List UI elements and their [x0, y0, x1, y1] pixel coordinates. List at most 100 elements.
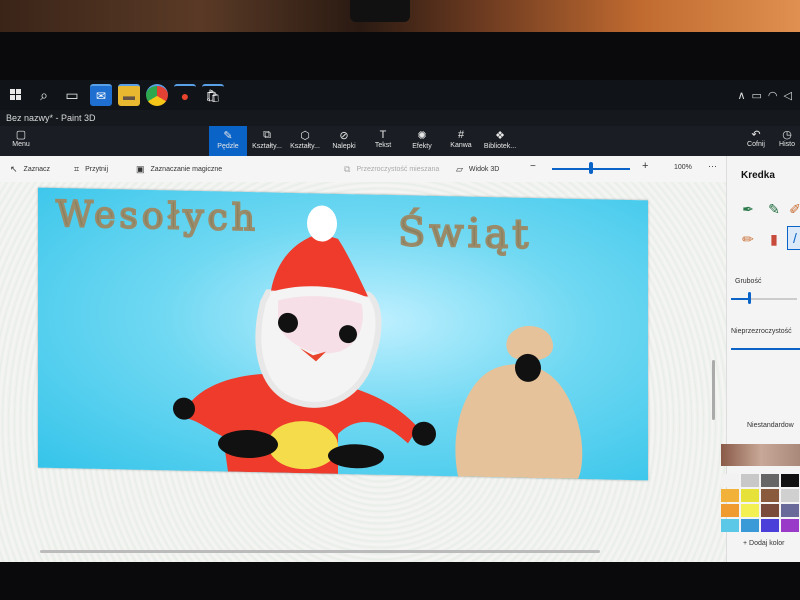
palette-swatch[interactable]: [721, 504, 739, 517]
tool-text[interactable]: T Tekst: [364, 126, 402, 156]
palette-swatch[interactable]: [761, 519, 779, 532]
options-bar: ↖ Zaznacz ⌗ Przytnij ▣ Zaznaczanie magic…: [0, 156, 726, 183]
mail-icon[interactable]: ✉: [90, 84, 112, 106]
palette-swatch[interactable]: [721, 474, 739, 487]
crayon-icon[interactable]: /: [787, 226, 800, 250]
task-view-icon[interactable]: ▭: [60, 84, 84, 106]
add-color-button[interactable]: + Dodaj kolor: [743, 540, 784, 547]
oil-brush-icon[interactable]: ✐: [789, 198, 800, 220]
tool-3d-shapes[interactable]: ⬡ Kształty...: [286, 126, 324, 156]
view3d-button[interactable]: ▱ Widok 3D: [456, 164, 499, 175]
text-icon: T: [379, 129, 387, 141]
palette-swatch[interactable]: [741, 489, 759, 502]
santa-hat-pompom: [307, 205, 337, 242]
palette-swatch[interactable]: [721, 519, 739, 532]
tool-2d-shapes[interactable]: ⧉ Kształty...: [248, 126, 286, 156]
history-label: Histo: [779, 141, 795, 148]
tool-label: Efekty: [412, 143, 432, 150]
tool-canvas[interactable]: # Kanwa: [442, 126, 480, 156]
palette-swatch[interactable]: [781, 489, 799, 502]
current-color-swatch[interactable]: [721, 444, 800, 466]
tool-library[interactable]: ❖ Bibliotek...: [481, 126, 519, 156]
magic-select-icon: ▣: [136, 164, 145, 174]
thickness-label: Grubość: [735, 278, 762, 285]
palette-swatch[interactable]: [781, 474, 799, 487]
santa-right-glove: [412, 421, 436, 446]
brush-panel: Kredka ✒ ✎ ✐ ✏ ▮ / Grubość Nieprzezroczy…: [721, 156, 800, 562]
thickness-slider-fill: [731, 298, 749, 300]
eraser-icon[interactable]: ▮: [765, 228, 783, 250]
transparency-icon: ⧉: [344, 164, 351, 174]
wifi-icon[interactable]: ◠: [768, 89, 778, 102]
tool-effects[interactable]: ✺ Efekty: [403, 126, 441, 156]
effects-icon: ✺: [417, 130, 427, 142]
palette-swatch[interactable]: [741, 519, 759, 532]
tool-label: Kształty...: [252, 143, 282, 150]
brush-icon: ✎: [223, 130, 233, 142]
window-title: Bez nazwy* - Paint 3D: [0, 110, 800, 126]
store-icon[interactable]: 🛍: [202, 84, 224, 106]
crop-label: Przytnij: [85, 166, 109, 173]
more-options-button[interactable]: ···: [708, 161, 717, 171]
paint3d-icon[interactable]: ●: [174, 84, 196, 106]
select-button[interactable]: ↖ Zaznacz: [10, 164, 50, 175]
tool-label: Kanwa: [450, 142, 472, 149]
tool-stickers[interactable]: ⊘ Nalepki: [325, 126, 363, 156]
view3d-icon: ▱: [456, 164, 463, 174]
horizontal-scrollbar[interactable]: [40, 550, 600, 553]
folder-icon[interactable]: ▬: [118, 84, 140, 106]
shapes3d-icon: ⬡: [300, 130, 310, 142]
battery-icon[interactable]: ▭: [752, 89, 762, 102]
drawing-canvas[interactable]: Wesołych Świąt: [38, 187, 648, 481]
volume-icon[interactable]: ◁: [784, 89, 792, 102]
search-icon[interactable]: ⌕: [32, 84, 56, 106]
library-icon: ❖: [495, 130, 505, 142]
windows-start-icon[interactable]: [4, 84, 28, 106]
palette-swatch[interactable]: [761, 504, 779, 517]
transparency-toggle[interactable]: ⧉ Przezroczystość mieszana: [344, 164, 439, 175]
shapes2d-icon: ⧉: [263, 129, 271, 141]
zoom-slider-thumb[interactable]: [589, 162, 593, 174]
taskbar: ⌕ ▭ ✉ ▬ ● 🛍 ∧ ▭ ◠ ◁: [0, 80, 800, 110]
thickness-slider-thumb[interactable]: [747, 292, 751, 304]
sticker-icon: ⊘: [339, 130, 349, 142]
palette-swatch[interactable]: [761, 489, 779, 502]
chrome-icon[interactable]: [146, 84, 168, 106]
palette-swatch[interactable]: [741, 504, 759, 517]
opacity-slider[interactable]: [731, 348, 800, 350]
history-icon: ◷: [782, 129, 792, 141]
greeting-word-2: Świąt: [397, 208, 533, 259]
magic-select-button[interactable]: ▣ Zaznaczanie magiczne: [136, 164, 222, 175]
santa-left-glove: [173, 397, 195, 420]
palette-swatch[interactable]: [781, 519, 799, 532]
tool-brushes[interactable]: ✎ Pędzle: [209, 126, 247, 156]
view3d-label: Widok 3D: [468, 166, 500, 173]
palette-swatch[interactable]: [761, 474, 779, 487]
menu-button[interactable]: ▢ Menu: [6, 128, 36, 148]
undo-button[interactable]: ↶ Cofnij: [738, 128, 774, 148]
magic-select-label: Zaznaczanie magiczne: [150, 166, 223, 173]
custom-color-label: Niestandardow: [747, 422, 794, 429]
menu-label: Menu: [12, 141, 30, 148]
vertical-scrollbar[interactable]: [712, 360, 715, 420]
palette-swatch[interactable]: [781, 504, 799, 517]
zoom-in-button[interactable]: +: [642, 160, 648, 172]
zoom-out-button[interactable]: −: [530, 161, 536, 172]
palette-swatch[interactable]: [721, 489, 739, 502]
marker-icon[interactable]: ✒: [739, 198, 757, 220]
undo-icon: ↶: [751, 129, 761, 141]
opacity-label: Nieprzezroczystość: [731, 328, 792, 335]
calligraphy-pen-icon[interactable]: ✎: [765, 198, 783, 220]
tool-label: Nalepki: [332, 143, 356, 150]
select-label: Zaznacz: [23, 166, 51, 173]
crop-button[interactable]: ⌗ Przytnij: [74, 164, 108, 175]
transparency-label: Przezroczystość mieszana: [356, 166, 440, 173]
history-button[interactable]: ◷ Histo: [774, 128, 800, 148]
system-tray: ∧ ▭ ◠ ◁: [737, 89, 800, 102]
pencil-icon[interactable]: ✏: [739, 228, 757, 250]
chevron-up-icon[interactable]: ∧: [737, 89, 745, 102]
palette-swatch[interactable]: [741, 474, 759, 487]
background-figure: [350, 0, 410, 22]
add-color-label: Dodaj kolor: [749, 540, 785, 547]
canvas-icon: #: [457, 129, 465, 141]
